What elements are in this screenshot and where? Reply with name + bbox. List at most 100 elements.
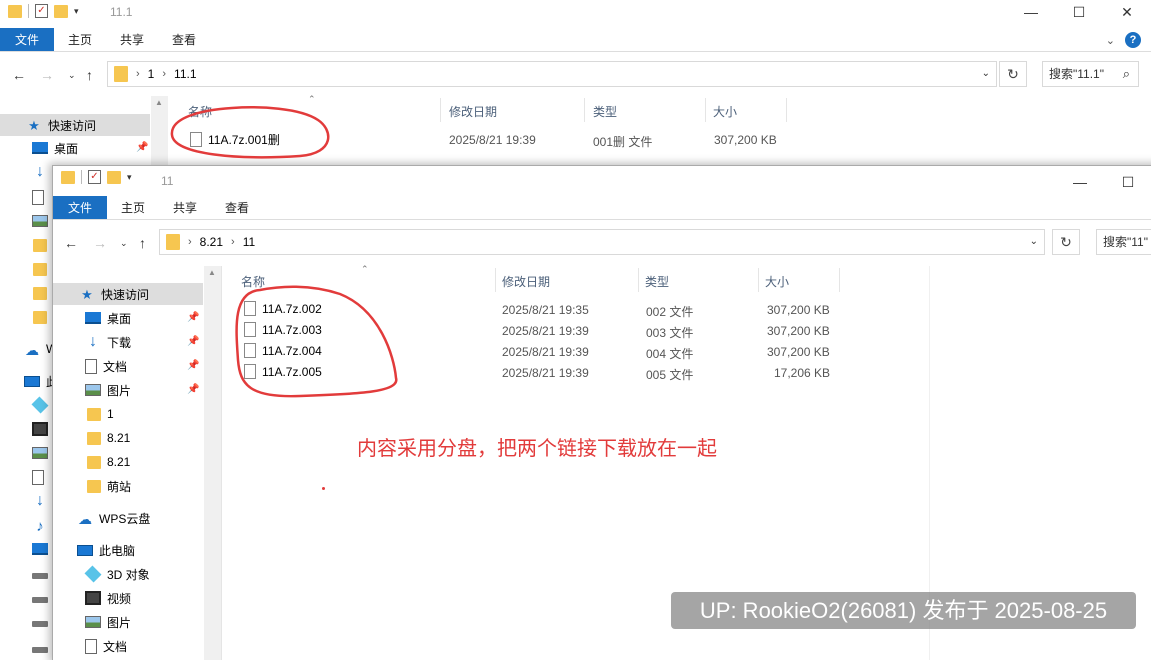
sidebar-item-documents[interactable] xyxy=(0,186,44,208)
table-row[interactable]: 11A.7z.001删 2025/8/21 19:39 001删 文件 307,… xyxy=(168,130,1068,151)
sidebar-item-pictures[interactable] xyxy=(0,210,48,232)
tab-file[interactable]: 文件 xyxy=(53,196,108,219)
sidebar-item-quick-access[interactable]: ★ 快速访问 xyxy=(53,283,203,305)
divider[interactable] xyxy=(584,98,585,122)
pin-icon[interactable]: 📌 xyxy=(187,384,199,395)
column-header-type[interactable]: 类型 xyxy=(593,103,617,120)
sidebar-item-folder[interactable] xyxy=(0,234,47,256)
chevron-down-icon[interactable]: ⌄ xyxy=(1030,236,1038,247)
sidebar-item-desktop[interactable] xyxy=(0,538,48,560)
maximize-button[interactable]: ☐ xyxy=(1055,0,1103,24)
sidebar-item-folder[interactable]: 1 xyxy=(53,403,114,425)
new-folder-icon[interactable] xyxy=(54,4,68,18)
new-folder-icon[interactable] xyxy=(107,170,121,184)
divider[interactable] xyxy=(705,98,706,122)
sidebar-item-folder[interactable] xyxy=(0,258,47,280)
sidebar-item-drive[interactable] xyxy=(0,562,48,584)
sidebar-item-documents[interactable]: 文档 xyxy=(53,635,127,657)
customize-toolbar-icon[interactable]: ▾ xyxy=(127,172,132,183)
divider[interactable] xyxy=(758,268,759,292)
maximize-button[interactable]: ☐ xyxy=(1104,170,1151,194)
properties-icon[interactable]: ✓ xyxy=(88,170,101,184)
up-button[interactable]: ↑ xyxy=(139,235,146,251)
divider[interactable] xyxy=(440,98,441,122)
sidebar-item-3d[interactable] xyxy=(0,394,49,416)
minimize-button[interactable]: — xyxy=(1056,170,1104,194)
breadcrumb-item[interactable]: 11 xyxy=(243,235,255,249)
sidebar-item-downloads[interactable]: ↓ xyxy=(0,161,48,183)
expand-ribbon-icon[interactable]: ⌄ xyxy=(1106,34,1115,47)
sidebar-item-desktop[interactable]: 桌面 📌 xyxy=(0,137,150,159)
divider[interactable] xyxy=(638,268,639,292)
recent-locations-icon[interactable]: ⌄ xyxy=(68,70,76,81)
minimize-button[interactable]: — xyxy=(1007,0,1055,24)
sidebar-scrollbar[interactable]: ▲ xyxy=(151,96,168,166)
back-button[interactable]: ← xyxy=(64,235,78,251)
divider[interactable] xyxy=(786,98,787,122)
search-input[interactable]: 搜索"11.1" ⌕ xyxy=(1042,61,1139,87)
column-header-name[interactable]: 名称 xyxy=(188,103,212,120)
table-row[interactable]: 11A.7z.004 2025/8/21 19:39 004 文件 307,20… xyxy=(221,342,921,363)
sidebar-item-folder[interactable]: 8.21 xyxy=(53,451,130,473)
forward-button[interactable]: → xyxy=(40,67,54,83)
sidebar-item-3d-objects[interactable]: 3D 对象 xyxy=(53,563,150,585)
search-input[interactable]: 搜索"11" xyxy=(1096,229,1151,255)
forward-button[interactable]: → xyxy=(93,235,107,251)
tab-share[interactable]: 共享 xyxy=(106,28,158,51)
sidebar-item-folder[interactable] xyxy=(0,306,47,328)
table-row[interactable]: 11A.7z.003 2025/8/21 19:39 003 文件 307,20… xyxy=(221,321,921,342)
sidebar-item-folder[interactable] xyxy=(0,282,47,304)
breadcrumb-item[interactable]: 11.1 xyxy=(174,67,196,81)
sidebar-item-wps-cloud[interactable]: ☁ WPS云盘 xyxy=(53,507,150,529)
close-button[interactable]: ✕ xyxy=(1103,0,1151,24)
chevron-down-icon[interactable]: ⌄ xyxy=(982,68,990,79)
sidebar-scrollbar[interactable]: ▲ xyxy=(204,266,221,660)
pin-icon[interactable]: 📌 xyxy=(136,142,148,153)
divider[interactable] xyxy=(495,268,496,292)
sidebar-item-drive[interactable] xyxy=(0,586,48,608)
scroll-up-icon[interactable]: ▲ xyxy=(155,98,163,107)
column-header-date[interactable]: 修改日期 xyxy=(449,103,497,120)
tab-file[interactable]: 文件 xyxy=(0,28,55,51)
help-icon[interactable]: ? xyxy=(1125,32,1141,48)
refresh-button[interactable]: ↻ xyxy=(1052,229,1080,255)
sidebar-item-documents[interactable] xyxy=(0,466,44,488)
customize-toolbar-icon[interactable]: ▾ xyxy=(74,6,79,17)
column-header-size[interactable]: 大小 xyxy=(713,103,737,120)
tab-home[interactable]: 主页 xyxy=(54,28,106,51)
tab-view[interactable]: 查看 xyxy=(211,196,263,219)
sidebar-item-this-pc[interactable]: 此电脑 xyxy=(53,539,135,561)
breadcrumb-item[interactable]: 8.21 xyxy=(200,235,223,249)
pin-icon[interactable]: 📌 xyxy=(187,312,199,323)
sidebar-item-quick-access[interactable]: ★ 快速访问 xyxy=(0,114,150,136)
properties-icon[interactable]: ✓ xyxy=(35,4,48,18)
address-bar[interactable]: › 8.21 › 11 ⌄ xyxy=(159,229,1045,255)
divider[interactable] xyxy=(839,268,840,292)
sidebar-item-this-pc[interactable]: 此 xyxy=(0,370,58,392)
up-button[interactable]: ↑ xyxy=(86,67,93,83)
sidebar-item-wps-cloud[interactable]: ☁ W xyxy=(0,338,57,360)
column-header-type[interactable]: 类型 xyxy=(645,273,669,290)
sidebar-item-music[interactable]: ♪ xyxy=(0,514,48,536)
sidebar-item-drive[interactable] xyxy=(0,636,48,658)
sidebar-item-downloads[interactable]: ↓ 下载 📌 xyxy=(53,331,203,353)
sidebar-item-video[interactable]: 视频 xyxy=(53,587,131,609)
sidebar-item-video[interactable] xyxy=(0,418,48,440)
sidebar-item-pictures[interactable]: 图片 xyxy=(53,611,131,633)
sidebar-item-downloads[interactable]: ↓ xyxy=(0,490,48,512)
scroll-up-icon[interactable]: ▲ xyxy=(208,268,216,277)
sidebar-item-documents[interactable]: 文档 📌 xyxy=(53,355,203,377)
column-header-name[interactable]: 名称 xyxy=(241,273,265,290)
tab-home[interactable]: 主页 xyxy=(107,196,159,219)
address-bar[interactable]: › 1 › 11.1 ⌄ xyxy=(107,61,997,87)
column-header-size[interactable]: 大小 xyxy=(765,273,789,290)
recent-locations-icon[interactable]: ⌄ xyxy=(120,238,128,249)
sidebar-item-folder[interactable]: 8.21 xyxy=(53,427,130,449)
breadcrumb-item[interactable]: 1 xyxy=(148,67,155,81)
refresh-button[interactable]: ↻ xyxy=(999,61,1027,87)
tab-share[interactable]: 共享 xyxy=(159,196,211,219)
sidebar-item-folder[interactable]: 萌站 xyxy=(53,475,131,497)
pin-icon[interactable]: 📌 xyxy=(187,360,199,371)
sidebar-item-pictures[interactable] xyxy=(0,442,48,464)
table-row[interactable]: 11A.7z.002 2025/8/21 19:35 002 文件 307,20… xyxy=(221,300,921,321)
